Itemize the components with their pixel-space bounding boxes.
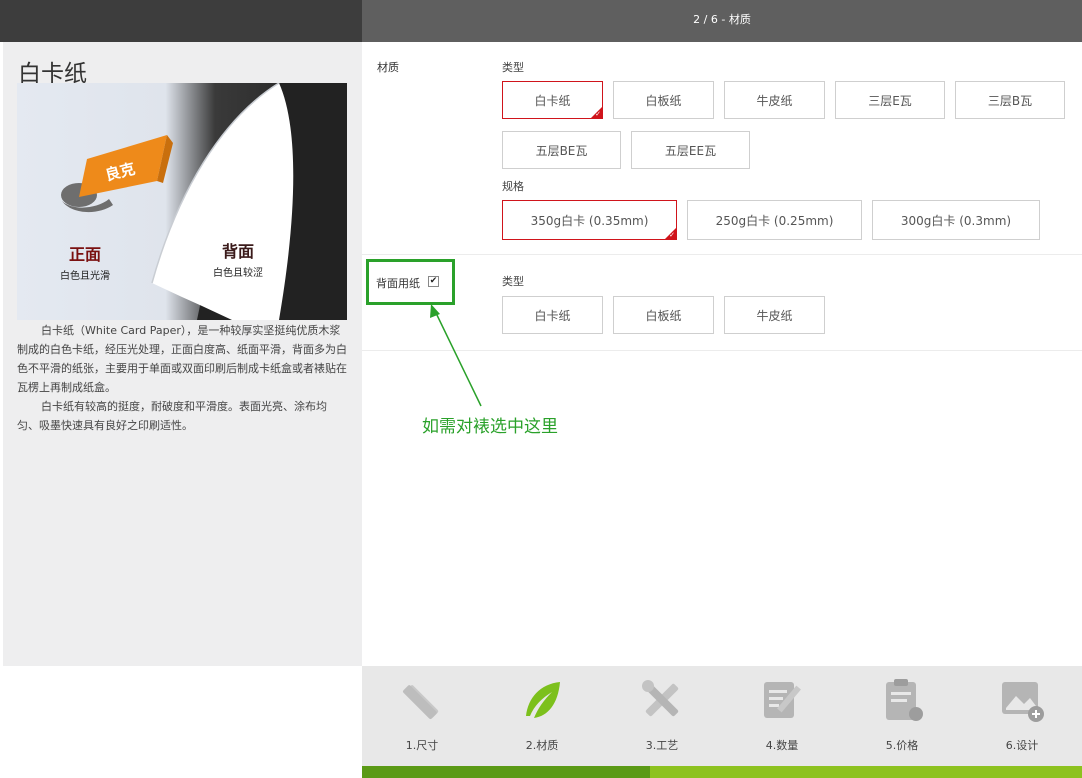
option-label: 白卡纸 [534, 93, 571, 108]
material-description: 白卡纸（White Card Paper），是一种较厚实坚挺纯优质木浆制成的白色… [17, 321, 348, 435]
back-paper-label: 背面用纸 [376, 277, 420, 290]
selected-check-icon: ✓ [669, 231, 675, 239]
step-title: 2 / 6 - 材质 [693, 13, 751, 26]
option-label: 250g白卡 (0.25mm) [715, 213, 834, 228]
image-add-icon [1002, 682, 1044, 722]
clipboard-icon [886, 679, 923, 721]
option-label: 白卡纸 [534, 308, 571, 323]
material-photo: 良克 正面 白色且光滑 背面 白色且较涩 [17, 83, 347, 320]
step-header: 2 / 6 - 材质 [362, 0, 1082, 42]
type-option-white-card[interactable]: 白卡纸 ✓ [502, 81, 603, 119]
section-divider [362, 350, 1082, 351]
back-type-option-white-card[interactable]: 白卡纸 [502, 296, 603, 334]
edit-document-icon [764, 682, 801, 718]
back-type-option-kraft[interactable]: 牛皮纸 [724, 296, 825, 334]
option-label: 五层EE瓦 [664, 143, 717, 158]
description-paragraph: 白卡纸（White Card Paper），是一种较厚实坚挺纯优质木浆制成的白色… [17, 324, 347, 394]
option-label: 牛皮纸 [756, 308, 793, 323]
type-option-5layer-be[interactable]: 五层BE瓦 [502, 131, 621, 169]
option-label: 300g白卡 (0.3mm) [900, 213, 1012, 228]
step-label: 3.工艺 [645, 739, 679, 752]
type-option-5layer-ee[interactable]: 五层EE瓦 [631, 131, 750, 169]
material-section-label: 材质 [377, 61, 399, 74]
type-option-3layer-e[interactable]: 三层E瓦 [835, 81, 945, 119]
step-material[interactable]: 2.材质 [482, 666, 602, 766]
type-option-kraft[interactable]: 牛皮纸 [724, 81, 825, 119]
top-bar-left [0, 0, 362, 42]
front-caption: 正面 白色且光滑 [55, 241, 115, 282]
step-label: 1.尺寸 [405, 739, 439, 752]
spec-option-350g[interactable]: 350g白卡 (0.35mm) ✓ [502, 200, 677, 240]
option-label: 白板纸 [645, 93, 682, 108]
spec-option-300g[interactable]: 300g白卡 (0.3mm) [872, 200, 1040, 240]
selected-check-icon: ✓ [595, 110, 601, 118]
step-label: 6.设计 [1005, 739, 1039, 752]
spec-label: 规格 [502, 180, 524, 193]
back-title: 背面 [221, 242, 254, 261]
section-divider [362, 254, 1082, 255]
step-price[interactable]: 5.价格 [842, 666, 962, 766]
pencil-ruler-icon [403, 685, 439, 719]
type-option-white-board[interactable]: 白板纸 [613, 81, 714, 119]
option-label: 牛皮纸 [756, 93, 793, 108]
back-caption: 背面 白色且较涩 [205, 238, 271, 279]
annotation-text: 如需对裱选中这里 [422, 417, 558, 437]
progress-bar [362, 766, 1082, 778]
back-paper-checkbox[interactable]: ✔ [428, 276, 439, 287]
step-size[interactable]: 1.尺寸 [362, 666, 482, 766]
option-label: 五层BE瓦 [535, 143, 588, 158]
tools-icon [642, 680, 679, 717]
option-label: 白板纸 [645, 308, 682, 323]
feather-icon [526, 682, 560, 718]
material-info-panel: 白卡纸 良克 正面 白色且光滑 背面 白色且较涩 白卡纸（White Card … [3, 42, 362, 666]
step-quantity[interactable]: 4.数量 [722, 666, 842, 766]
front-subtitle: 白色且光滑 [60, 271, 110, 282]
option-label: 三层B瓦 [987, 93, 1033, 108]
step-label: 4.数量 [765, 739, 799, 752]
front-title: 正面 [68, 245, 101, 264]
step-label: 2.材质 [525, 739, 559, 752]
back-type-label: 类型 [502, 275, 524, 288]
step-label: 5.价格 [885, 739, 919, 752]
step-nav: 1.尺寸 2.材质 3.工艺 4.数量 5.价格 6.设计 [362, 666, 1082, 766]
step-design[interactable]: 6.设计 [962, 666, 1082, 766]
spec-option-250g[interactable]: 250g白卡 (0.25mm) [687, 200, 862, 240]
type-option-3layer-b[interactable]: 三层B瓦 [955, 81, 1065, 119]
step-craft[interactable]: 3.工艺 [602, 666, 722, 766]
back-subtitle: 白色且较涩 [213, 268, 263, 279]
type-label: 类型 [502, 61, 524, 74]
option-label: 350g白卡 (0.35mm) [530, 213, 649, 228]
option-label: 三层E瓦 [868, 93, 912, 108]
progress-bar-fill [362, 766, 650, 778]
description-paragraph: 白卡纸有较高的挺度，耐破度和平滑度。表面光亮、涂布均匀、吸墨快速具有良好之印刷适… [17, 400, 327, 432]
back-type-option-white-board[interactable]: 白板纸 [613, 296, 714, 334]
